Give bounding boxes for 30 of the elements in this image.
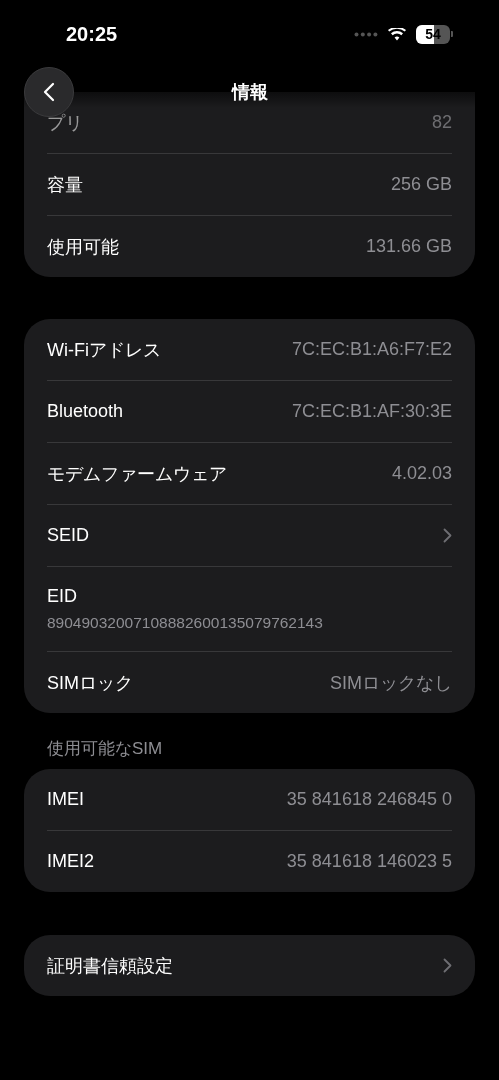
row-label: IMEI2 [47,851,94,872]
page-title: 情報 [231,81,268,104]
row-value: 4.02.03 [391,463,452,484]
status-time: 20:25 [66,22,118,46]
settings-row[interactable]: SEID [47,505,452,566]
row-label: モデムファームウェア [47,462,227,486]
settings-row[interactable]: 証明書信頼設定 [47,935,452,996]
row-label: Bluetooth [47,401,124,422]
chevron-icon [443,958,452,973]
row-value: 131.66 GB [365,236,452,257]
row-value: 35 841618 246845 0 [286,789,452,810]
row-label: プリ [47,111,83,135]
wifi-icon [388,27,406,41]
signal-icon [354,31,378,37]
row-value: 89049032007108882600135079762143 [47,614,323,632]
row-value: SIMロックなし [330,671,452,695]
row-value: 7C:EC:B1:A6:F7:E2 [291,339,452,360]
row-label: EID [47,586,77,607]
row-label: SIMロック [47,671,133,695]
row-label: 使用可能 [47,235,119,259]
row-label: 容量 [47,173,83,197]
row-value: 256 GB [390,174,452,195]
section-header: 使用可能なSIM [46,738,164,760]
row-label: IMEI [47,789,84,810]
row-value: 82 [431,112,452,133]
row-label: Wi-Fiアドレス [47,338,161,362]
chevron-icon [443,528,452,543]
row-value: 7C:EC:B1:AF:30:3E [291,401,452,422]
row-value: 35 841618 146023 5 [286,851,452,872]
back-icon [43,82,55,102]
